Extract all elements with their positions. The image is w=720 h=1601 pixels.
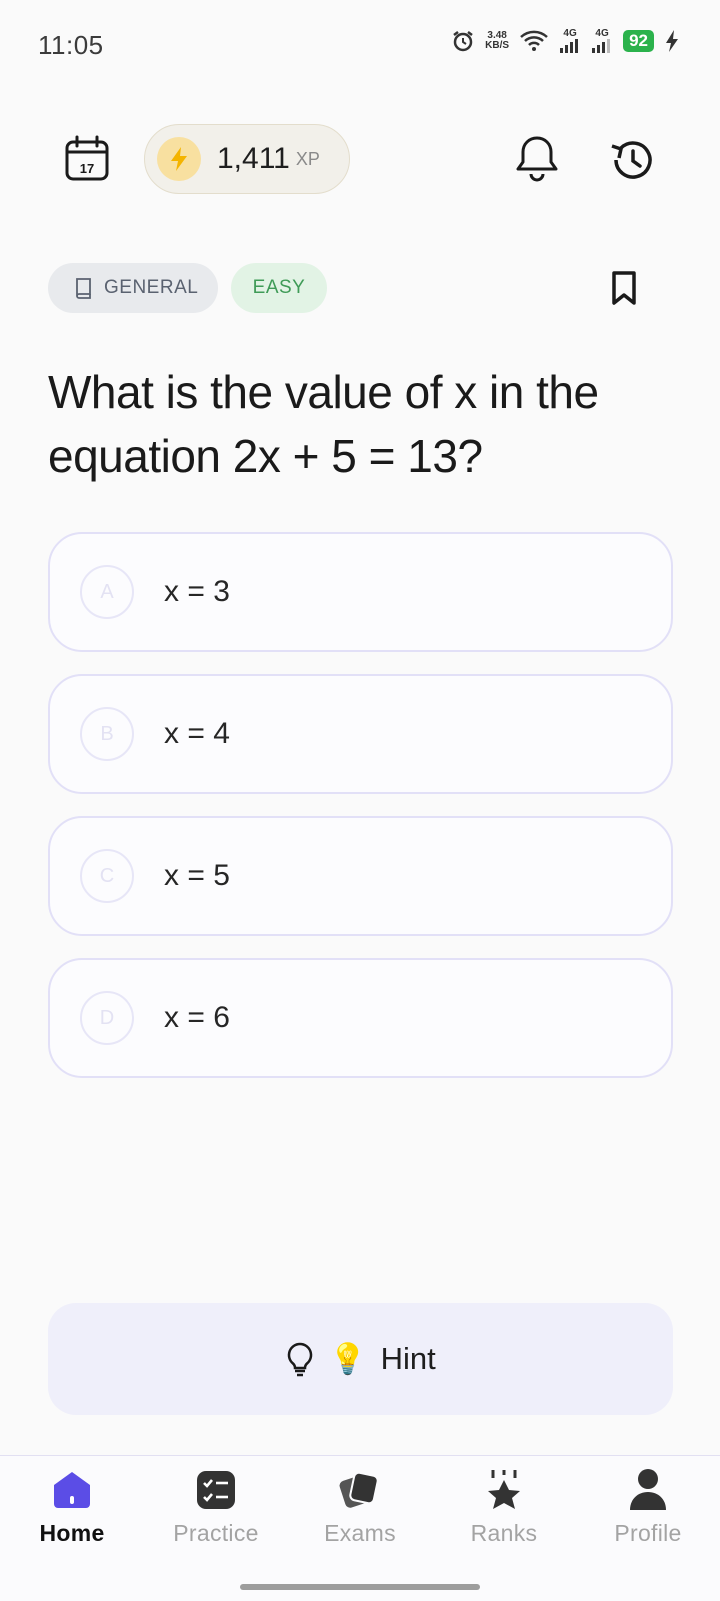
nav-label: Exams bbox=[324, 1520, 396, 1546]
nav-label: Practice bbox=[173, 1520, 259, 1546]
bookmark-button[interactable] bbox=[608, 270, 640, 306]
nav-profile[interactable]: Profile bbox=[578, 1466, 718, 1547]
option-text: x = 5 bbox=[164, 859, 230, 892]
option-letter: B bbox=[80, 707, 134, 761]
history-icon bbox=[611, 141, 652, 179]
option-text: x = 4 bbox=[164, 717, 230, 750]
nav-label: Home bbox=[39, 1520, 105, 1546]
charging-icon bbox=[666, 29, 678, 52]
question-text: What is the value of x in the equation 2… bbox=[48, 366, 599, 482]
calendar-icon: 17 bbox=[65, 135, 109, 181]
net-speed: 3.48 KB/S bbox=[485, 29, 510, 51]
calendar-button[interactable]: 17 bbox=[64, 134, 110, 182]
profile-icon bbox=[624, 1466, 672, 1514]
status-icons: 3.48 KB/S 4G 4G 92 bbox=[451, 28, 680, 53]
option-b[interactable]: B x = 4 bbox=[48, 674, 673, 794]
top-bar: 17 1,411 XP bbox=[0, 120, 720, 198]
bell-icon bbox=[516, 136, 558, 182]
notifications-button[interactable] bbox=[514, 134, 560, 184]
bolt-icon bbox=[157, 137, 201, 181]
status-time: 11:05 bbox=[38, 30, 104, 60]
option-text: x = 6 bbox=[164, 1001, 230, 1034]
option-text: x = 3 bbox=[164, 575, 230, 608]
hint-emoji: 💡 bbox=[329, 1342, 367, 1376]
signal-icon: 4G bbox=[559, 28, 581, 53]
net-speed-unit: KB/S bbox=[485, 39, 510, 51]
nav-practice[interactable]: Practice bbox=[146, 1466, 286, 1547]
nav-exams[interactable]: Exams bbox=[290, 1466, 430, 1547]
option-letter: C bbox=[80, 849, 134, 903]
xp-unit: XP bbox=[295, 148, 320, 169]
home-icon bbox=[48, 1466, 96, 1514]
hint-label: Hint bbox=[380, 1341, 436, 1376]
home-indicator[interactable] bbox=[240, 1584, 480, 1590]
option-a[interactable]: A x = 3 bbox=[48, 532, 673, 652]
xp-value: 1,411 bbox=[217, 142, 290, 175]
bottom-nav: Home Practice Exams Ranks Profile bbox=[0, 1455, 720, 1601]
nav-label: Profile bbox=[614, 1520, 682, 1546]
option-letter: A bbox=[80, 565, 134, 619]
ranks-icon bbox=[480, 1466, 528, 1514]
status-bar: 11:05 3.48 KB/S 4G 4G 92 bbox=[0, 0, 720, 92]
signal-label: 4G bbox=[595, 28, 609, 39]
lightbulb-icon bbox=[288, 1342, 313, 1377]
nav-label: Ranks bbox=[470, 1520, 538, 1546]
battery-icon: 92 bbox=[623, 29, 654, 52]
option-letter: D bbox=[80, 991, 134, 1045]
category-tag: GENERAL bbox=[48, 263, 218, 313]
signal-icon: 4G bbox=[591, 28, 613, 53]
net-speed-value: 3.48 bbox=[487, 29, 507, 41]
nav-home[interactable]: Home bbox=[2, 1466, 142, 1547]
answer-options: A x = 3 B x = 4 C x = 5 D x = 6 bbox=[48, 532, 673, 1100]
exams-icon bbox=[336, 1466, 384, 1514]
option-c[interactable]: C x = 5 bbox=[48, 816, 673, 936]
hint-button[interactable]: 💡 Hint bbox=[48, 1303, 673, 1415]
nav-ranks[interactable]: Ranks bbox=[434, 1466, 574, 1547]
calendar-day: 17 bbox=[80, 161, 94, 176]
history-button[interactable] bbox=[608, 136, 656, 184]
xp-badge[interactable]: 1,411 XP bbox=[144, 124, 350, 194]
alarm-icon bbox=[453, 30, 473, 51]
option-d[interactable]: D x = 6 bbox=[48, 958, 673, 1078]
bookmark-icon bbox=[612, 271, 636, 305]
book-icon bbox=[76, 278, 91, 299]
wifi-icon bbox=[520, 30, 548, 51]
category-label: GENERAL bbox=[104, 277, 199, 298]
practice-icon bbox=[192, 1466, 240, 1514]
signal-label: 4G bbox=[563, 28, 577, 39]
difficulty-label: EASY bbox=[252, 277, 306, 298]
difficulty-tag: EASY bbox=[231, 263, 327, 313]
